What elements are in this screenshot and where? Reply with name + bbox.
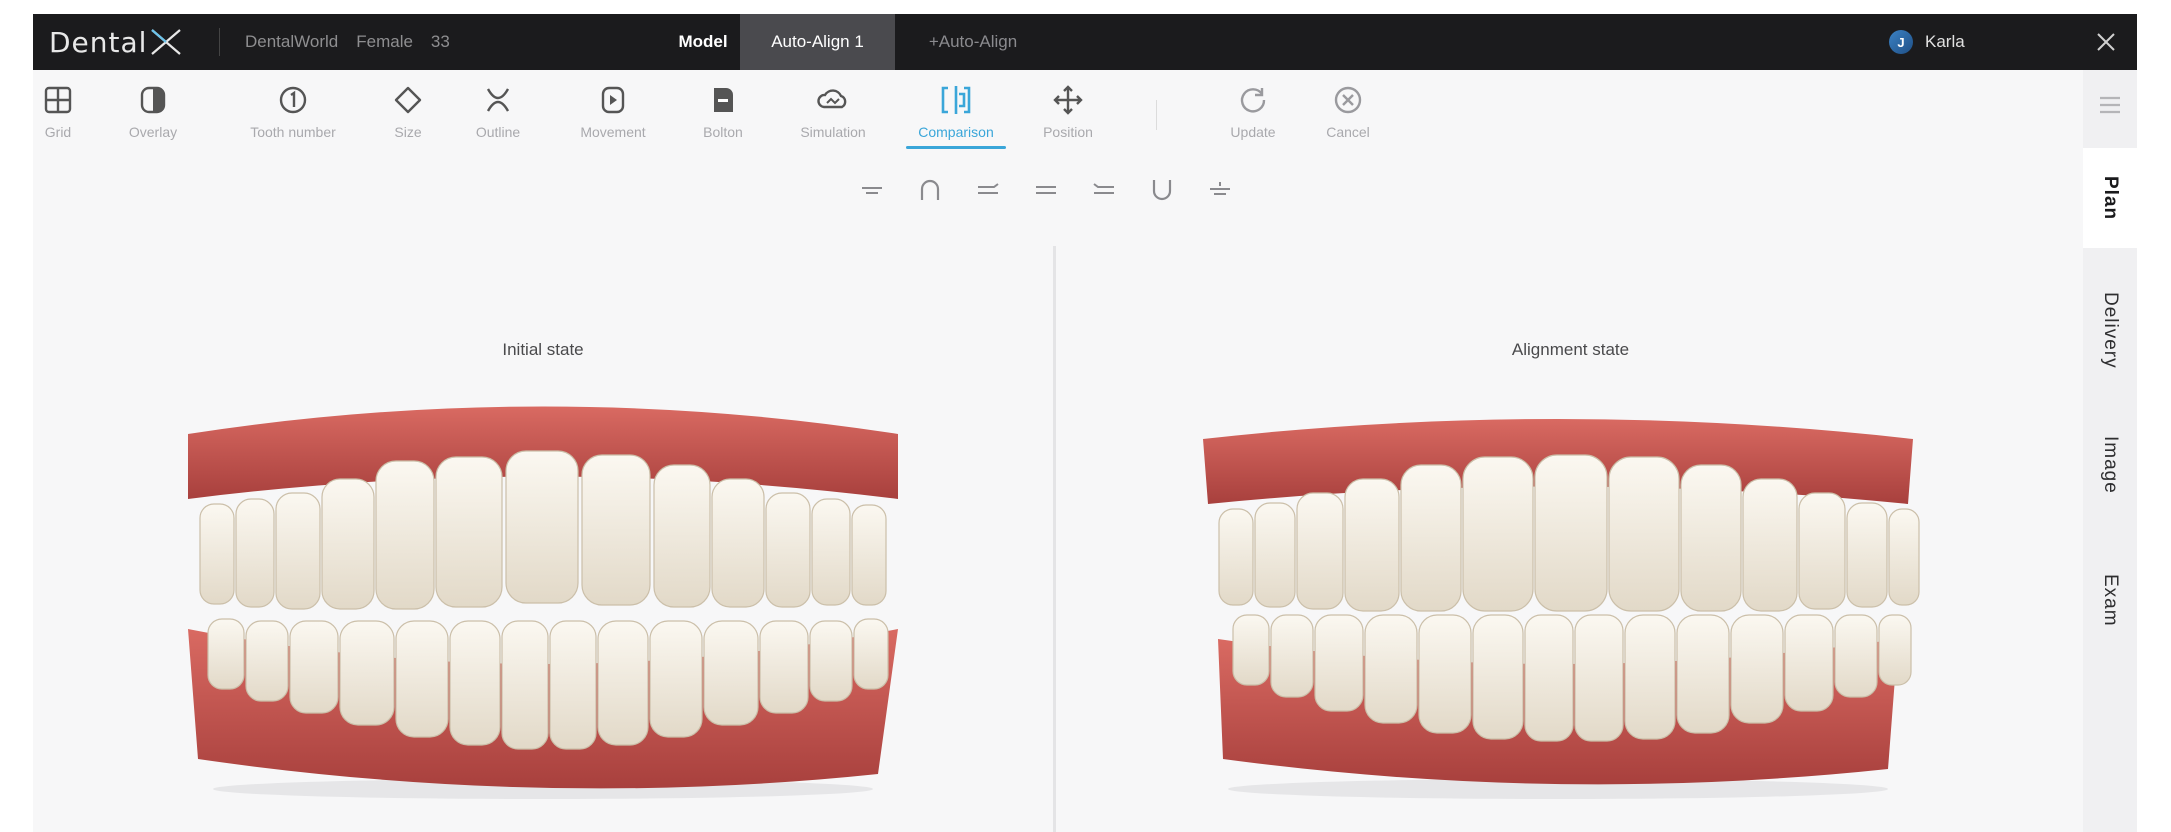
user-name: Karla [1925, 32, 1965, 51]
menu-button[interactable] [2085, 80, 2135, 130]
size-tool[interactable]: Size [378, 70, 438, 162]
grid-icon [38, 80, 78, 120]
avatar: J [1889, 30, 1913, 54]
update-label: Update [1230, 124, 1276, 140]
bolton-tool[interactable]: Bolton [683, 70, 763, 162]
tooth-numbers-label: Tooth number [250, 124, 336, 140]
view-right-icon [1036, 186, 1056, 194]
refresh-icon [1233, 80, 1273, 120]
view-back-button[interactable] [1201, 172, 1239, 208]
view-top-icon [920, 179, 940, 200]
initial-state-title: Initial state [502, 340, 584, 359]
patient-sex: Female [356, 32, 413, 51]
tooth-number-icon [273, 80, 313, 120]
title-separator [219, 28, 220, 56]
play-icon [593, 80, 633, 120]
patient-age: 33 [430, 32, 450, 51]
outline-icon [478, 80, 518, 120]
view-orientation-bar [853, 172, 1239, 208]
patient-info: DentalWorld Female 33 [245, 30, 450, 54]
toolbar: Grid Overlay Tooth number Size Outline M… [33, 70, 2083, 162]
position-label: Position [1043, 124, 1093, 140]
aligned-teeth-model[interactable] [1193, 409, 1923, 799]
tab-add-auto-align[interactable]: +Auto-Align [903, 14, 1043, 70]
viewport-divider[interactable] [1053, 246, 1056, 832]
grid-tool[interactable]: Grid [33, 70, 83, 162]
cancel-tool[interactable]: Cancel [1308, 70, 1388, 162]
rail-tab-exam-label: Exam [2100, 573, 2121, 627]
close-icon [2097, 33, 2115, 51]
view-lower-button[interactable] [1143, 172, 1181, 208]
logo-x-icon [149, 27, 183, 57]
update-tool[interactable]: Update [1213, 70, 1293, 162]
initial-teeth-model[interactable] [178, 399, 908, 799]
logo-text: Dental [49, 25, 148, 59]
outline-label: Outline [475, 124, 521, 140]
size-label: Size [394, 124, 422, 140]
view-front-icon [862, 187, 882, 194]
bolton-icon [703, 80, 743, 120]
rail-tab-plan[interactable]: Plan [2083, 148, 2137, 248]
move-icon [1048, 80, 1088, 120]
view-bottom-icon [1093, 183, 1114, 194]
user-menu[interactable]: J Karla [1889, 28, 1965, 56]
movement-tool[interactable]: Movement [563, 70, 663, 162]
app-window: Dental DentalWorld Female 33 Model Auto-… [33, 14, 2137, 832]
alignment-state-viewport[interactable]: Alignment state [1058, 214, 2083, 832]
right-sidebar: Plan Delivery Image Exam [2083, 70, 2137, 832]
outline-tool[interactable]: Outline [448, 70, 548, 162]
tab-auto-align-1[interactable]: Auto-Align 1 [740, 14, 895, 70]
close-button[interactable] [2091, 28, 2121, 56]
view-back-icon [1210, 182, 1230, 195]
view-bottom-button[interactable] [1085, 172, 1123, 208]
overlay-tool[interactable]: Overlay [113, 70, 193, 162]
rail-tab-delivery-label: Delivery [2100, 291, 2121, 369]
view-front-button[interactable] [853, 172, 891, 208]
rail-tab-image-label: Image [2100, 436, 2121, 494]
diamond-icon [388, 80, 428, 120]
rail-tab-exam[interactable]: Exam [2083, 550, 2137, 650]
active-tool-indicator [906, 146, 1006, 149]
comparison-icon [936, 80, 976, 120]
view-top-button[interactable] [911, 172, 949, 208]
title-bar: Dental DentalWorld Female 33 Model Auto-… [33, 14, 2137, 70]
app-logo: Dental [49, 24, 183, 60]
cancel-icon [1328, 80, 1368, 120]
position-tool[interactable]: Position [1023, 70, 1113, 162]
view-right-button[interactable] [1027, 172, 1065, 208]
view-lower-icon [1152, 180, 1172, 201]
overlay-icon [133, 80, 173, 120]
comparison-label: Comparison [918, 124, 994, 140]
movement-label: Movement [580, 124, 646, 140]
toolbar-separator [1156, 100, 1157, 130]
rail-tab-delivery[interactable]: Delivery [2083, 270, 2137, 390]
overlay-label: Overlay [128, 124, 178, 140]
menu-icon [2100, 96, 2120, 114]
view-left-icon [978, 183, 999, 194]
rail-tab-plan-label: Plan [2100, 175, 2121, 221]
cancel-label: Cancel [1326, 124, 1370, 140]
comparison-tool[interactable]: Comparison [901, 70, 1011, 162]
patient-clinic: DentalWorld [245, 32, 339, 51]
alignment-state-title: Alignment state [1511, 340, 1630, 359]
tooth-numbers-tool[interactable]: Tooth number [223, 70, 363, 162]
rail-tab-image[interactable]: Image [2083, 415, 2137, 515]
bolton-label: Bolton [703, 124, 743, 140]
view-left-button[interactable] [969, 172, 1007, 208]
simulation-tool[interactable]: Simulation [778, 70, 888, 162]
simulation-label: Simulation [800, 124, 866, 140]
initial-state-viewport[interactable]: Initial state [33, 214, 1053, 832]
grid-label: Grid [44, 124, 72, 140]
cloud-icon [813, 80, 853, 120]
